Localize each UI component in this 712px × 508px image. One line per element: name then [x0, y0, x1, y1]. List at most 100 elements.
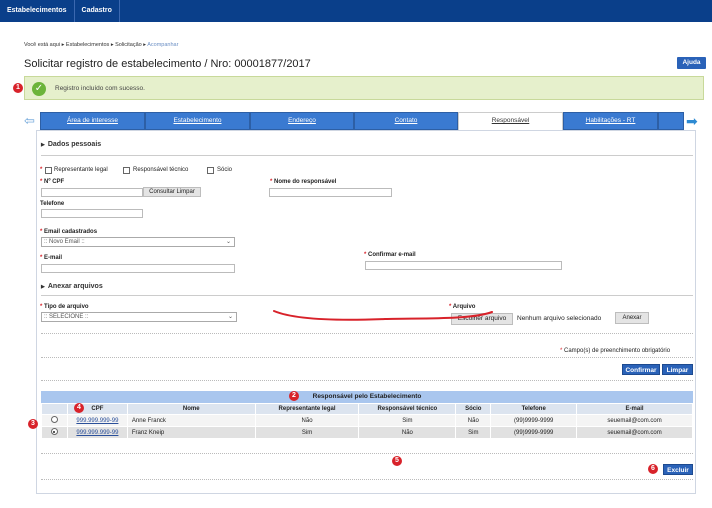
nome-cell: Anne Franck [126, 414, 256, 427]
column-telefone-header: Telefone [490, 403, 578, 415]
socio-cell: Não [455, 414, 492, 427]
expand-triangle-icon: ▶ [41, 284, 45, 290]
limpar-button[interactable]: Limpar [662, 364, 693, 375]
representante-cell: Sim [254, 426, 360, 439]
required-note-text: Campo(s) de preenchimento obrigatório [564, 348, 671, 354]
tab-responsavel[interactable]: Responsável [458, 112, 563, 130]
dotted-divider [41, 380, 693, 381]
dotted-divider [41, 357, 693, 358]
callout-marker-4: 4 [74, 403, 84, 413]
column-socio-header: Sócio [455, 403, 492, 415]
tab-habilitacoes-rt[interactable]: Habilitações - RT [563, 112, 658, 130]
email-cadastrados-label: * Email cadastrados [40, 229, 97, 235]
cpf-input[interactable] [41, 188, 143, 197]
checkbox-responsavel-tecnico[interactable] [123, 167, 130, 174]
arrow-left-icon[interactable]: ⇦ [24, 114, 38, 127]
email-label: * E-mail [40, 255, 62, 261]
breadcrumb: Você está aqui ▸ Estabelecimentos ▸ Soli… [24, 42, 178, 48]
help-button[interactable]: Ajuda [677, 57, 706, 69]
success-message-box: ✓ Registro incluído com sucesso. [24, 76, 704, 100]
tab-endereco[interactable]: Endereço [250, 112, 354, 130]
email-cell: seuemail@com.com [576, 426, 693, 439]
column-email-header: E-mail [576, 403, 693, 415]
label-responsavel-tecnico: Responsável técnico [133, 167, 189, 173]
check-icon: ✓ [32, 82, 46, 96]
consultar-limpar-buttons: Consultar Limpar [143, 187, 201, 197]
telefone-input[interactable] [41, 209, 143, 218]
section-anexar-arquivos[interactable]: ▶ Anexar arquivos [41, 283, 103, 290]
cpf-link[interactable]: 999.999.999-99 [66, 414, 128, 427]
tab-strip: ⇦ Área de interesse Estabelecimento Ende… [24, 112, 704, 130]
socio-cell: Sim [455, 426, 492, 439]
callout-marker-6: 6 [648, 464, 658, 474]
column-representante-header: Representante legal [254, 403, 360, 415]
nome-label: * Nome do responsável [270, 179, 336, 185]
callout-marker-5: 5 [392, 456, 402, 466]
tab-estabelecimento[interactable]: Estabelecimento [145, 112, 250, 130]
file-status-text: Nenhum arquivo selecionado [517, 315, 602, 322]
dotted-divider [41, 333, 693, 334]
page-title: Solicitar registro de estabelecimento / … [24, 58, 311, 70]
row-select-cell [41, 414, 68, 427]
table-row[interactable]: 999.999.999-99 Franz Kneip Sim Não Sim (… [41, 426, 693, 439]
cpf-link[interactable]: 999.999.999-99 [66, 426, 128, 439]
breadcrumb-current[interactable]: Acompanhar [147, 42, 178, 48]
section-dados-pessoais[interactable]: ▶ Dados pessoais [41, 141, 101, 148]
nome-label-text: Nome do responsável [274, 179, 337, 185]
section-anexar-arquivos-title: Anexar arquivos [47, 283, 103, 290]
arrow-right-icon[interactable]: ➡ [686, 114, 702, 128]
row-radio-button[interactable] [50, 428, 58, 435]
checkbox-representante-legal[interactable] [45, 167, 52, 174]
label-socio: Sócio [217, 167, 233, 173]
tipo-arquivo-label: * Tipo de arquivo [40, 304, 89, 310]
cpf-label-text: Nº CPF [44, 179, 65, 185]
top-navigation-bar: Estabelecimentos Cadastro [0, 0, 712, 22]
grid-title: Responsável pelo Estabelecimento [41, 391, 693, 403]
confirmar-email-input[interactable] [365, 261, 562, 270]
dotted-divider [41, 453, 693, 454]
table-row[interactable]: 999.999.999-99 Anne Franck Não Sim Não (… [41, 414, 693, 427]
confirmar-button[interactable]: Confirmar [622, 364, 660, 375]
email-input[interactable] [41, 264, 235, 273]
tipo-arquivo-value: :: SELECIONE :: [44, 314, 89, 320]
consultar-button[interactable]: Consultar [149, 189, 175, 195]
chevron-down-icon: ⌄ [225, 239, 231, 245]
telefone-cell: (99)9999-9999 [490, 426, 578, 439]
nome-input[interactable] [269, 188, 392, 197]
responsavel-tecnico-cell: Não [358, 426, 457, 439]
email-cadastrados-value: :: Novo Email :: [44, 239, 85, 245]
responsavel-tecnico-cell: Sim [358, 414, 457, 427]
excluir-button[interactable]: Excluir [663, 464, 693, 475]
cpf-label: * Nº CPF [40, 179, 64, 185]
limpar-cpf-button[interactable]: Limpar [177, 189, 195, 195]
section-dados-pessoais-title: Dados pessoais [47, 141, 102, 148]
column-responsavel-tecnico-header: Responsável técnico [358, 403, 457, 415]
checkbox-socio[interactable] [207, 167, 214, 174]
tab-overflow [658, 112, 684, 130]
tab-contato[interactable]: Contato [354, 112, 458, 130]
email-label-text: E-mail [44, 255, 63, 261]
tipo-arquivo-select[interactable]: :: SELECIONE :: ⌄ [41, 312, 237, 322]
required-asterisk: * [40, 167, 43, 173]
row-radio-button[interactable] [50, 416, 58, 423]
confirmar-email-label-text: Confirmar e-mail [368, 252, 416, 258]
column-nome-header: Nome [126, 403, 256, 415]
anexar-button[interactable]: Anexar [615, 312, 649, 324]
menu-cadastro[interactable]: Cadastro [75, 0, 120, 22]
representante-cell: Não [254, 414, 360, 427]
menu-estabelecimentos[interactable]: Estabelecimentos [0, 0, 75, 22]
email-cell: seuemail@com.com [576, 414, 693, 427]
email-cadastrados-label-text: Email cadastrados [44, 229, 98, 235]
telefone-cell: (99)9999-9999 [490, 414, 578, 427]
responsaveis-table: CPF Nome Representante legal Responsável… [41, 403, 693, 439]
divider [41, 295, 693, 296]
email-cadastrados-select[interactable]: :: Novo Email :: ⌄ [41, 237, 235, 247]
expand-triangle-icon: ▶ [41, 142, 45, 148]
table-header-row: CPF Nome Representante legal Responsável… [41, 403, 693, 415]
success-message-text: Registro incluído com sucesso. [55, 85, 145, 92]
tab-area-de-interesse[interactable]: Área de interesse [40, 112, 145, 130]
label-representante-legal: Representante legal [54, 167, 108, 173]
dotted-divider [41, 479, 693, 480]
row-select-cell [41, 426, 68, 439]
divider [41, 155, 693, 156]
